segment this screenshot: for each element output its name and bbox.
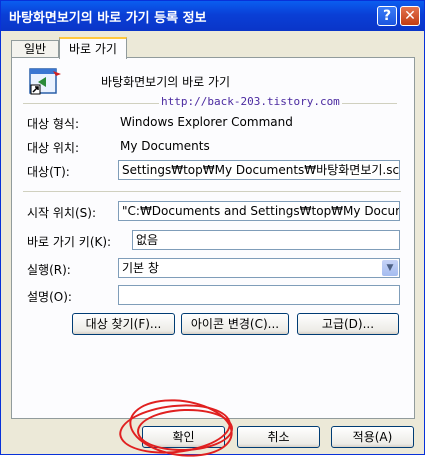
- window-title: 바탕화면보기의 바로 가기 등록 정보: [9, 11, 207, 26]
- advanced-button[interactable]: 고급(D)...: [297, 313, 399, 335]
- shortcut-name: 바탕화면보기의 바로 가기: [101, 75, 231, 89]
- target-type-value: Windows Explorer Command: [120, 115, 293, 129]
- apply-button[interactable]: 적용(A): [331, 426, 414, 448]
- properties-dialog: 바탕화면보기의 바로 가기 등록 정보 ? ✕ 일반 바로 가기 바탕화면보기의…: [0, 0, 425, 463]
- title-bar[interactable]: 바탕화면보기의 바로 가기 등록 정보 ? ✕: [1, 1, 424, 31]
- chevron-down-icon[interactable]: ▼: [382, 260, 398, 276]
- cancel-button[interactable]: 취소: [237, 426, 320, 448]
- find-target-button[interactable]: 대상 찾기(F)...: [72, 313, 175, 335]
- tab-general[interactable]: 일반: [11, 40, 59, 57]
- start-in-label: 시작 위치(S):: [27, 206, 96, 220]
- target-label: 대상(T):: [27, 165, 70, 179]
- target-location-label: 대상 위치:: [27, 141, 80, 155]
- shortcut-key-label: 바로 가기 키(K):: [27, 235, 112, 249]
- run-select-value: 기본 창: [122, 261, 159, 275]
- close-button[interactable]: ✕: [400, 6, 420, 26]
- shortcut-file-icon: [28, 66, 62, 96]
- watermark-url: http://back-203.tistory.com: [159, 95, 342, 108]
- help-button[interactable]: ?: [377, 6, 397, 26]
- start-in-input[interactable]: "C:₩Documents and Settings₩top₩My Docume: [118, 201, 400, 221]
- shortcut-key-input[interactable]: 없음: [132, 230, 400, 250]
- target-type-label: 대상 형식:: [27, 117, 80, 131]
- target-input[interactable]: Settings₩top₩My Documents₩바탕화면보기.scf": [118, 160, 400, 180]
- comment-input[interactable]: [118, 285, 400, 305]
- run-select[interactable]: 기본 창 ▼: [118, 258, 400, 278]
- separator: [23, 191, 401, 192]
- run-label: 실행(R):: [27, 263, 71, 277]
- tab-shortcut[interactable]: 바로 가기: [59, 37, 127, 59]
- change-icon-button[interactable]: 아이콘 변경(C)...: [181, 313, 289, 335]
- comment-label: 설명(O):: [27, 290, 72, 304]
- target-location-value: My Documents: [120, 139, 210, 153]
